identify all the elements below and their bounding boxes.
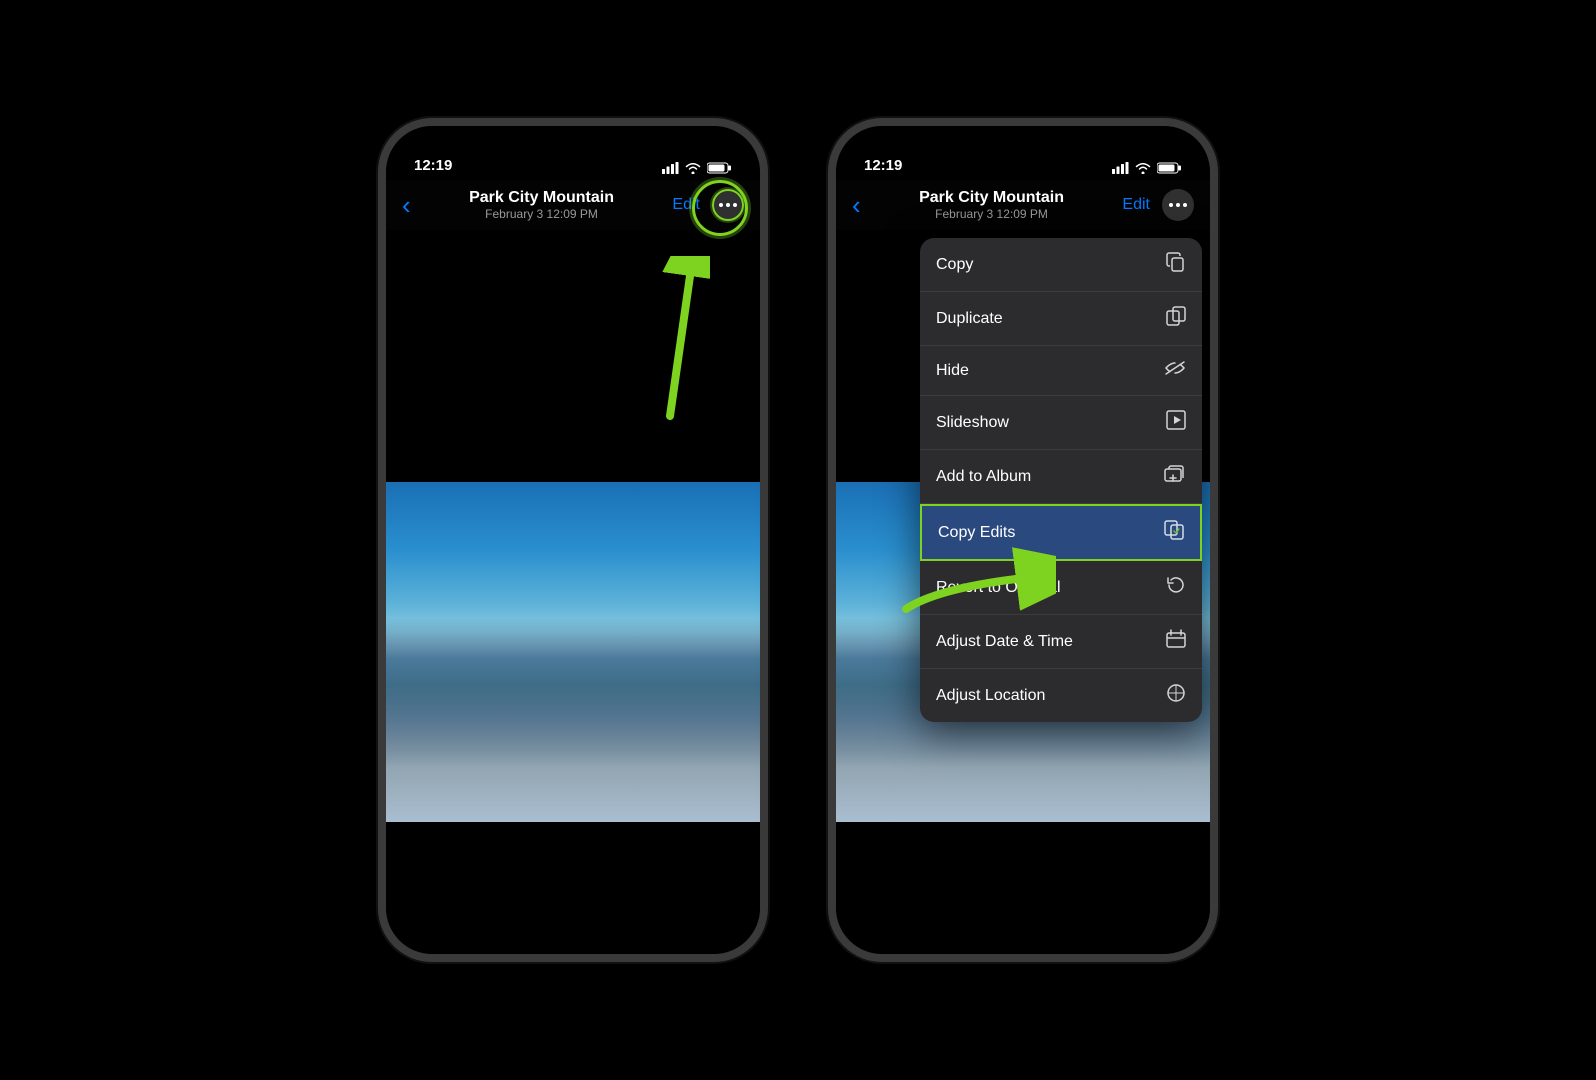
menu-item-hide[interactable]: Hide <box>920 346 1202 396</box>
more-button-right[interactable] <box>1162 189 1194 221</box>
menu-item-adjust-location-label: Adjust Location <box>936 687 1045 705</box>
mute-button <box>378 306 380 342</box>
menu-item-slideshow[interactable]: Slideshow <box>920 396 1202 450</box>
battery-icon-right <box>1157 162 1182 174</box>
dynamic-island <box>513 138 633 172</box>
menu-item-add-album[interactable]: Add to Album <box>920 450 1202 504</box>
battery-icon <box>707 162 732 174</box>
adjust-datetime-icon <box>1166 629 1186 654</box>
nav-title-right: Park City Mountain February 3 12:09 PM <box>919 189 1064 221</box>
mute-button-right <box>828 306 830 342</box>
photo-date-right: February 3 12:09 PM <box>919 207 1064 221</box>
menu-item-add-album-label: Add to Album <box>936 468 1031 486</box>
dropdown-overlay: Copy Duplicate Hide <box>920 230 1210 722</box>
more-dots-icon-right <box>1169 203 1187 207</box>
status-time-right: 12:19 <box>864 157 902 174</box>
nav-bar-right: ‹ Park City Mountain February 3 12:09 PM… <box>836 180 1210 230</box>
back-button-right[interactable]: ‹ <box>852 190 861 221</box>
photo-image <box>386 482 760 822</box>
arrow-annotation-right <box>896 529 1056 634</box>
menu-item-hide-label: Hide <box>936 362 969 380</box>
volume-down-button-right <box>828 432 830 492</box>
right-phone: 12:19 ‹ Park City Mountain <box>828 118 1218 962</box>
signal-icon <box>662 162 679 174</box>
menu-item-slideshow-label: Slideshow <box>936 414 1009 432</box>
menu-item-copy-label: Copy <box>936 256 973 274</box>
menu-item-adjust-datetime-label: Adjust Date & Time <box>936 633 1073 651</box>
copy-icon <box>1166 252 1186 277</box>
volume-down-button <box>378 432 380 492</box>
revert-icon <box>1166 575 1186 600</box>
dynamic-island-right <box>963 138 1083 172</box>
menu-item-copy[interactable]: Copy <box>920 238 1202 292</box>
volume-up-button-right <box>828 356 830 416</box>
arrow-annotation <box>590 256 710 441</box>
edit-button-right[interactable]: Edit <box>1122 196 1150 214</box>
nav-actions-right: Edit <box>1122 189 1194 221</box>
slideshow-icon <box>1166 410 1186 435</box>
duplicate-icon <box>1166 306 1186 331</box>
photo-title-right: Park City Mountain <box>919 189 1064 207</box>
power-button <box>766 366 768 446</box>
hide-icon <box>1164 360 1186 381</box>
nav-title: Park City Mountain February 3 12:09 PM <box>469 189 614 221</box>
power-button-right <box>1216 366 1218 446</box>
context-menu: Copy Duplicate Hide <box>920 238 1202 722</box>
status-time: 12:19 <box>414 157 452 174</box>
volume-up-button <box>378 356 380 416</box>
menu-item-adjust-location[interactable]: Adjust Location <box>920 669 1202 722</box>
add-album-icon <box>1164 464 1186 489</box>
status-icons <box>662 162 732 174</box>
copy-edits-icon <box>1164 520 1184 545</box>
wifi-icon-right <box>1135 162 1151 174</box>
photo-title: Park City Mountain <box>469 189 614 207</box>
menu-item-duplicate[interactable]: Duplicate <box>920 292 1202 346</box>
left-phone: 12:19 ‹ Park <box>378 118 768 962</box>
signal-icon-right <box>1112 162 1129 174</box>
status-icons-right <box>1112 162 1182 174</box>
photo-date: February 3 12:09 PM <box>469 207 614 221</box>
menu-item-duplicate-label: Duplicate <box>936 310 1003 328</box>
back-button[interactable]: ‹ <box>402 190 411 221</box>
highlight-circle <box>692 180 748 236</box>
wifi-icon <box>685 162 701 174</box>
adjust-location-icon <box>1166 683 1186 708</box>
